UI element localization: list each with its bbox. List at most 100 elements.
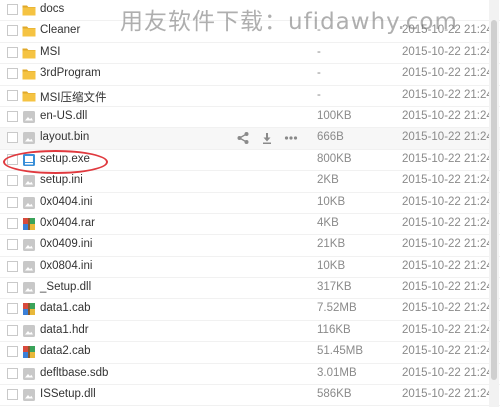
file-size: - [317, 88, 321, 101]
file-size: 2KB [317, 174, 339, 187]
file-row[interactable]: 3rdProgram - 2015-10-22 21:24 [0, 64, 500, 86]
file-size: 10KB [317, 195, 346, 208]
row-checkbox[interactable] [7, 239, 18, 251]
file-row[interactable]: ISSetup.dll 586KB 2015-10-22 21:24 [0, 385, 500, 407]
row-checkbox[interactable] [7, 346, 18, 358]
file-icon [22, 131, 36, 145]
file-size: 317KB [317, 281, 352, 294]
row-checkbox[interactable] [7, 175, 18, 187]
row-checkbox[interactable] [7, 132, 18, 144]
file-name[interactable]: MSI [40, 46, 60, 58]
folder-icon [22, 24, 36, 38]
share-icon[interactable] [236, 131, 250, 145]
file-size: 7.52MB [317, 302, 357, 315]
file-icon [22, 367, 36, 381]
file-date: 2015-10-22 21:24 [402, 323, 493, 336]
file-name[interactable]: data2.cab [40, 345, 91, 357]
file-row[interactable]: data2.cab 51.45MB 2015-10-22 21:24 [0, 342, 500, 364]
row-checkbox[interactable] [7, 367, 18, 379]
file-size: 116KB [317, 323, 351, 336]
exe-icon [22, 153, 36, 167]
file-row[interactable]: data1.hdr 116KB 2015-10-22 21:24 [0, 321, 500, 343]
folder-icon [22, 67, 36, 81]
file-row[interactable]: docs [0, 0, 500, 22]
file-name[interactable]: 0x0409.ini [40, 238, 92, 250]
file-size: 51.45MB [317, 345, 364, 358]
file-row[interactable]: 0x0404.ini 10KB 2015-10-22 21:24 [0, 193, 500, 214]
file-row[interactable]: data1.cab 7.52MB 2015-10-22 21:24 [0, 299, 500, 321]
file-date: 2015-10-22 21:24 [402, 45, 493, 58]
file-name[interactable]: MSI压缩文件 [40, 89, 106, 105]
file-date: 2015-10-22 21:24 [402, 195, 493, 208]
more-icon[interactable] [284, 131, 298, 145]
file-icon [22, 238, 36, 252]
file-size: - [317, 24, 321, 37]
file-row[interactable]: setup.ini 2KB 2015-10-22 21:24 [0, 171, 500, 193]
row-checkbox[interactable] [7, 324, 18, 336]
row-checkbox[interactable] [7, 153, 18, 165]
row-checkbox[interactable] [7, 25, 18, 37]
folder-icon [22, 3, 36, 17]
file-date: 2015-10-22 21:24 [402, 174, 493, 187]
file-row[interactable]: layout.bin 666B 2015-10-22 21:24 [0, 128, 500, 150]
file-date: 2015-10-22 21:24 [402, 24, 493, 37]
row-checkbox[interactable] [7, 389, 18, 401]
file-name[interactable]: _Setup.dll [40, 281, 91, 293]
row-checkbox[interactable] [7, 68, 18, 80]
file-name[interactable]: layout.bin [40, 131, 89, 143]
row-checkbox[interactable] [7, 110, 18, 122]
file-row[interactable]: en-US.dll 100KB 2015-10-22 21:24 [0, 107, 500, 129]
row-checkbox[interactable] [7, 89, 18, 101]
file-date: 2015-10-22 21:24 [402, 88, 493, 101]
file-date: 2015-10-22 21:24 [402, 345, 493, 358]
file-size: 21KB [317, 238, 346, 251]
file-row[interactable]: 0x0804.ini 10KB 2015-10-22 21:24 [0, 257, 500, 279]
file-name[interactable]: en-US.dll [40, 110, 87, 122]
file-date: 2015-10-22 21:24 [402, 152, 493, 165]
row-checkbox[interactable] [7, 217, 18, 229]
file-row[interactable]: 0x0404.rar 4KB 2015-10-22 21:24 [0, 214, 500, 236]
file-name[interactable]: 0x0804.ini [40, 260, 92, 272]
file-name[interactable]: setup.ini [40, 174, 83, 186]
file-name[interactable]: 3rdProgram [40, 67, 101, 79]
file-size: - [317, 67, 321, 80]
row-checkbox[interactable] [7, 196, 18, 208]
scrollbar-thumb[interactable] [491, 20, 497, 380]
file-date: 2015-10-22 21:24 [402, 238, 493, 251]
file-date: 2015-10-22 21:24 [402, 216, 493, 229]
file-row[interactable]: MSI压缩文件 - 2015-10-22 21:24 [0, 86, 500, 107]
file-name[interactable]: Cleaner [40, 24, 80, 36]
file-row[interactable]: setup.exe 800KB 2015-10-22 21:24 [0, 150, 500, 172]
file-row[interactable]: MSI - 2015-10-22 21:24 [0, 43, 500, 65]
file-name[interactable]: 0x0404.ini [40, 196, 92, 208]
row-checkbox[interactable] [7, 303, 18, 315]
file-size: 4KB [317, 216, 339, 229]
file-row[interactable]: defltbase.sdb 3.01MB 2015-10-22 21:24 [0, 364, 500, 386]
file-date: 2015-10-22 21:24 [402, 366, 493, 379]
row-checkbox[interactable] [7, 282, 18, 294]
file-name[interactable]: data1.cab [40, 302, 91, 314]
download-icon[interactable] [260, 131, 274, 145]
file-row[interactable]: _Setup.dll 317KB 2015-10-22 21:24 [0, 278, 500, 300]
file-name[interactable]: setup.exe [40, 153, 90, 165]
file-row[interactable]: Cleaner - 2015-10-22 21:24 [0, 21, 500, 43]
row-checkbox[interactable] [7, 46, 18, 58]
file-name[interactable]: data1.hdr [40, 324, 89, 336]
file-icon [22, 260, 36, 274]
file-name[interactable]: ISSetup.dll [40, 388, 96, 400]
file-size: 3.01MB [317, 366, 357, 379]
folder-icon [22, 89, 36, 103]
file-row[interactable]: 0x0409.ini 21KB 2015-10-22 21:24 [0, 235, 500, 257]
file-icon [22, 196, 36, 210]
file-date: 2015-10-22 21:24 [402, 388, 493, 401]
row-checkbox[interactable] [7, 260, 18, 272]
file-icon [22, 388, 36, 402]
file-name[interactable]: defltbase.sdb [40, 367, 108, 379]
file-date: 2015-10-22 21:24 [402, 67, 493, 80]
file-name[interactable]: 0x0404.rar [40, 217, 95, 229]
file-date: 2015-10-22 21:24 [402, 281, 493, 294]
file-size: - [317, 45, 321, 58]
file-icon [22, 110, 36, 124]
row-checkbox[interactable] [7, 4, 18, 15]
file-name[interactable]: docs [40, 3, 64, 15]
